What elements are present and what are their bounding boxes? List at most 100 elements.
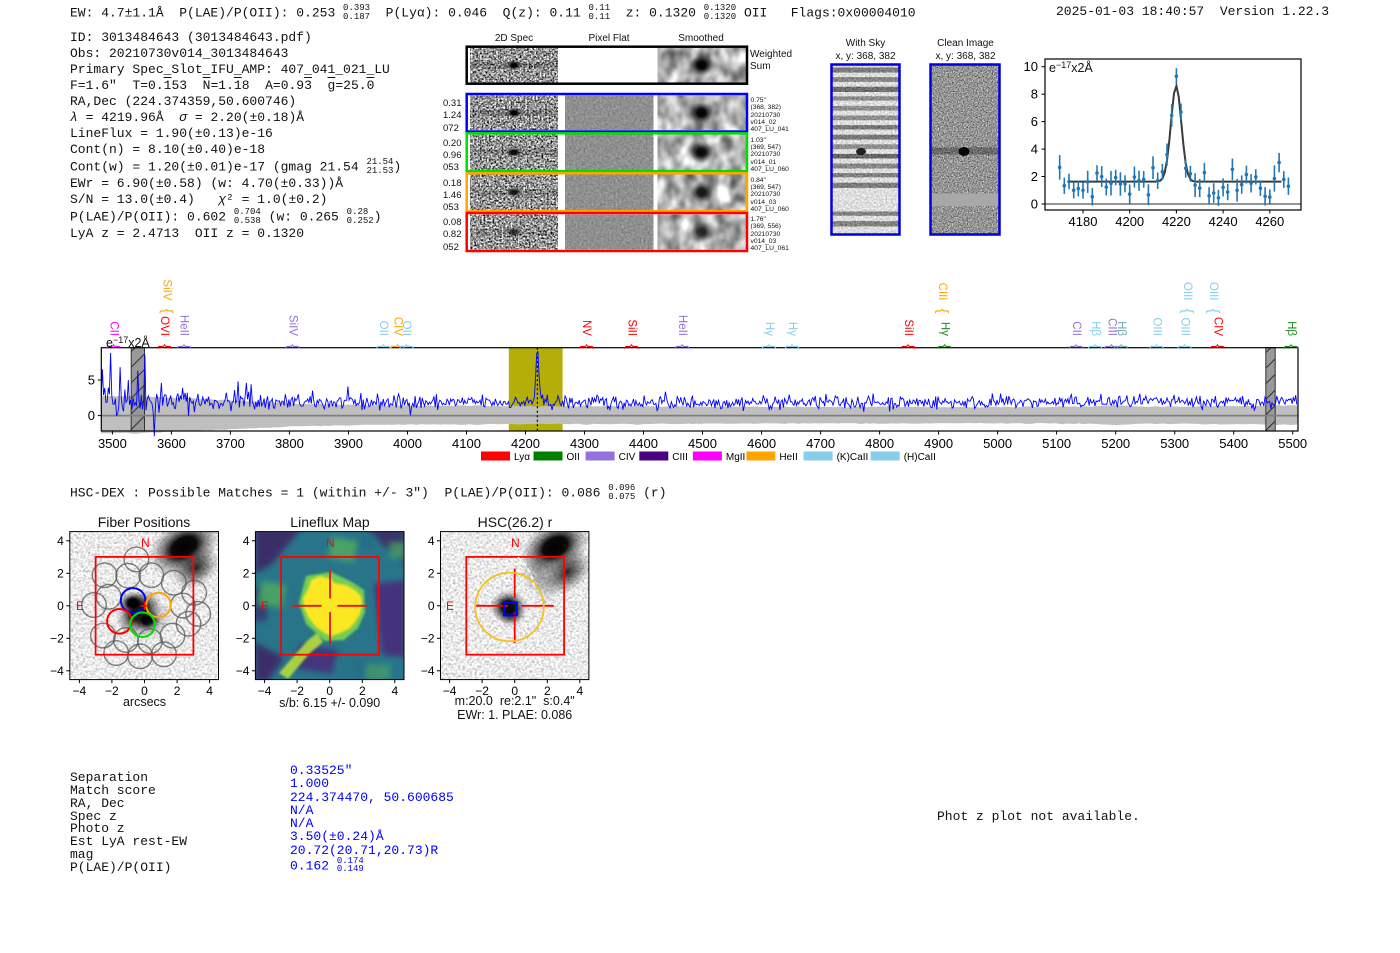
svg-text:4: 4 bbox=[391, 684, 398, 698]
svg-text:4500: 4500 bbox=[688, 436, 717, 451]
svg-text:CII: CII bbox=[107, 321, 119, 336]
svg-text:CII: CII bbox=[1070, 321, 1082, 336]
svg-text:10: 10 bbox=[1024, 59, 1038, 74]
svg-text:0: 0 bbox=[88, 408, 95, 423]
svg-text:4800: 4800 bbox=[865, 436, 894, 451]
svg-text:OIII: OIII bbox=[1181, 282, 1193, 301]
svg-text:NV: NV bbox=[580, 320, 592, 336]
svg-text:OIII: OIII bbox=[1179, 317, 1191, 336]
svg-text:5: 5 bbox=[88, 373, 95, 388]
svg-text:4000: 4000 bbox=[393, 436, 422, 451]
svg-text:4300: 4300 bbox=[570, 436, 599, 451]
svg-text:E: E bbox=[446, 599, 454, 613]
svg-text:MgII: MgII bbox=[726, 452, 745, 463]
svg-text:3700: 3700 bbox=[216, 436, 245, 451]
svg-text:4100: 4100 bbox=[452, 436, 481, 451]
svg-text:−4: −4 bbox=[421, 664, 435, 678]
svg-text:{: { bbox=[937, 344, 954, 349]
svg-text:4: 4 bbox=[206, 684, 213, 698]
svg-text:{: { bbox=[1148, 344, 1165, 349]
svg-text:{: { bbox=[398, 344, 415, 349]
svg-text:3900: 3900 bbox=[334, 436, 363, 451]
svg-text:6: 6 bbox=[1031, 114, 1038, 129]
svg-text:5200: 5200 bbox=[1101, 436, 1130, 451]
svg-text:4: 4 bbox=[576, 684, 583, 698]
svg-text:−4: −4 bbox=[236, 664, 250, 678]
svg-text:{: { bbox=[176, 344, 193, 349]
svg-text:0: 0 bbox=[57, 599, 64, 613]
svg-text:5300: 5300 bbox=[1160, 436, 1189, 451]
svg-text:2: 2 bbox=[243, 567, 250, 581]
svg-text:{: { bbox=[1210, 344, 1227, 349]
svg-text:2: 2 bbox=[428, 567, 435, 581]
svg-text:{: { bbox=[1087, 344, 1104, 349]
svg-text:(H)CaII: (H)CaII bbox=[904, 452, 936, 463]
svg-text:CIII: CIII bbox=[936, 283, 948, 301]
svg-text:OII: OII bbox=[377, 321, 389, 336]
svg-text:E: E bbox=[76, 599, 84, 613]
svg-text:Hβ: Hβ bbox=[1115, 321, 1127, 336]
svg-text:4220: 4220 bbox=[1162, 214, 1191, 229]
svg-text:Hγ: Hγ bbox=[786, 322, 798, 336]
svg-text:{: { bbox=[624, 344, 641, 349]
svg-text:HeII: HeII bbox=[676, 315, 688, 336]
svg-text:N: N bbox=[511, 536, 520, 550]
svg-text:4: 4 bbox=[428, 534, 435, 548]
svg-text:−2: −2 bbox=[236, 632, 250, 646]
svg-text:OII: OII bbox=[567, 452, 580, 463]
svg-text:CIV: CIV bbox=[619, 452, 636, 463]
svg-text:N: N bbox=[141, 536, 150, 550]
svg-text:−4: −4 bbox=[258, 684, 272, 698]
svg-text:4240: 4240 bbox=[1209, 214, 1238, 229]
svg-text:−4: −4 bbox=[50, 664, 64, 678]
svg-text:4: 4 bbox=[1031, 142, 1038, 157]
svg-text:5500: 5500 bbox=[1278, 436, 1307, 451]
svg-text:4600: 4600 bbox=[747, 436, 776, 451]
svg-text:0: 0 bbox=[1031, 197, 1038, 212]
svg-text:OIII: OIII bbox=[1207, 282, 1219, 301]
svg-text:{: { bbox=[900, 344, 917, 349]
svg-text:SiIV: SiIV bbox=[286, 315, 298, 336]
svg-text:5100: 5100 bbox=[1042, 436, 1071, 451]
svg-text:{: { bbox=[784, 344, 801, 349]
svg-text:HeII: HeII bbox=[779, 452, 797, 463]
svg-text:5400: 5400 bbox=[1219, 436, 1248, 451]
svg-text:4200: 4200 bbox=[511, 436, 540, 451]
svg-text:SiII: SiII bbox=[902, 319, 914, 336]
svg-text:{: { bbox=[578, 344, 595, 349]
svg-text:E: E bbox=[261, 599, 269, 613]
svg-text:{: { bbox=[674, 344, 691, 349]
svg-text:{: { bbox=[1177, 344, 1194, 349]
svg-text:4200: 4200 bbox=[1115, 214, 1144, 229]
svg-text:N: N bbox=[326, 536, 335, 550]
svg-text:3800: 3800 bbox=[275, 436, 304, 451]
svg-text:4180: 4180 bbox=[1069, 214, 1098, 229]
svg-text:2: 2 bbox=[57, 567, 64, 581]
svg-text:HeII: HeII bbox=[178, 315, 190, 336]
svg-text:−2: −2 bbox=[105, 684, 119, 698]
svg-text:3600: 3600 bbox=[157, 436, 186, 451]
svg-text:SiII: SiII bbox=[626, 319, 638, 336]
svg-text:Lyα: Lyα bbox=[514, 452, 530, 463]
svg-text:Hγ: Hγ bbox=[763, 322, 775, 336]
svg-text:{: { bbox=[934, 308, 951, 313]
svg-text:OII: OII bbox=[400, 321, 412, 336]
svg-text:4700: 4700 bbox=[806, 436, 835, 451]
svg-text:OIII: OIII bbox=[1150, 317, 1162, 336]
svg-text:−4: −4 bbox=[73, 684, 87, 698]
svg-text:2: 2 bbox=[174, 684, 181, 698]
svg-text:{: { bbox=[156, 344, 173, 349]
svg-text:CIV: CIV bbox=[1212, 317, 1224, 337]
svg-text:Hγ: Hγ bbox=[938, 322, 950, 336]
svg-text:4: 4 bbox=[57, 534, 64, 548]
svg-text:SiIV: SiIV bbox=[161, 279, 173, 300]
svg-text:OVI: OVI bbox=[158, 316, 170, 336]
svg-text:{: { bbox=[1283, 344, 1300, 349]
svg-text:−2: −2 bbox=[421, 632, 435, 646]
svg-text:3500: 3500 bbox=[98, 436, 127, 451]
svg-text:{: { bbox=[1179, 308, 1196, 313]
svg-text:CIII: CIII bbox=[672, 452, 688, 463]
svg-text:8: 8 bbox=[1031, 87, 1038, 102]
svg-text:0: 0 bbox=[243, 599, 250, 613]
svg-text:4260: 4260 bbox=[1255, 214, 1284, 229]
